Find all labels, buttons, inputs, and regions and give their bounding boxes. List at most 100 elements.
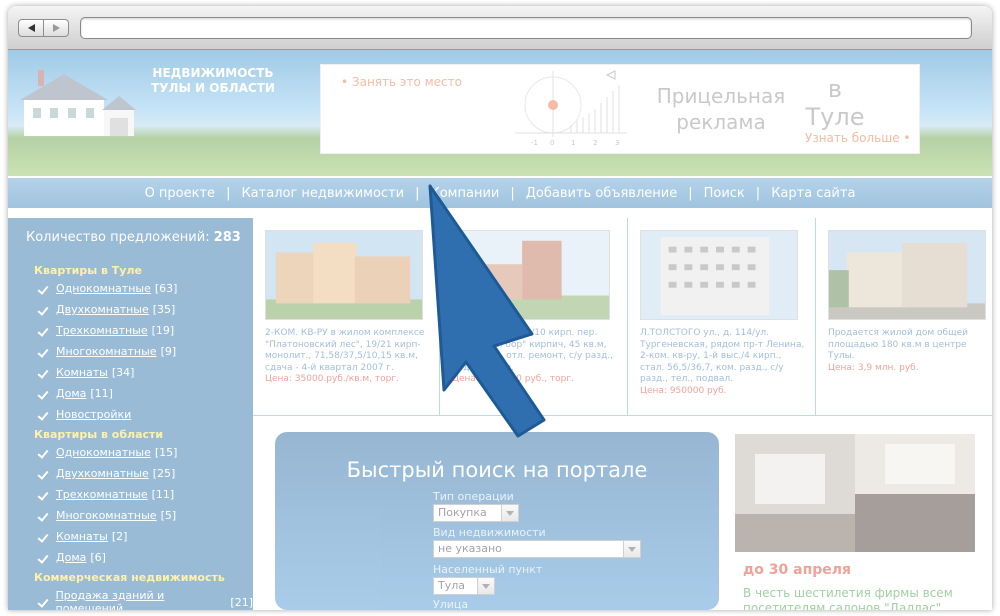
check-icon — [38, 284, 48, 294]
check-icon — [38, 410, 48, 420]
sidebar-item-link[interactable]: Однокомнатные — [56, 282, 151, 295]
site-title[interactable]: НЕДВИЖИМОСТЬ ТУЛЫ И ОБЛАСТИ — [138, 66, 288, 96]
listing-text: Продается жилой дом общей площадью 180 к… — [828, 328, 968, 361]
locality-select[interactable]: Тула — [433, 577, 495, 595]
check-icon — [38, 347, 48, 357]
back-button[interactable] — [18, 19, 44, 37]
ad-chart-tick: 2 — [593, 139, 597, 147]
sidebar-item-count: [11] — [151, 488, 175, 501]
sidebar-item-link[interactable]: Многокомнатные — [56, 345, 157, 358]
sidebar-item[interactable]: Трехкомнатные [11] — [38, 488, 174, 501]
sidebar-item-link[interactable]: Однокомнатные — [56, 446, 151, 459]
address-bar[interactable] — [80, 17, 972, 39]
ad-banner[interactable]: • Занять это место -1 0 1 2 3 Прицельная… — [320, 64, 920, 154]
listings-strip: 2-КОМ. КВ-РУ в жилом комплексе "Платонов… — [253, 218, 992, 416]
sidebar-item[interactable]: Комнаты [34] — [38, 366, 134, 379]
offers-count-label: Количество предложений: — [26, 230, 210, 245]
sidebar-item[interactable]: Дома [6] — [38, 551, 106, 564]
site-header: НЕДВИЖИМОСТЬ ТУЛЫ И ОБЛАСТИ • Занять это… — [8, 50, 992, 176]
category-region[interactable]: Квартиры в области — [34, 428, 163, 441]
sidebar-item-link[interactable]: Трехкомнатные — [56, 488, 148, 501]
browser-window: НЕДВИЖИМОСТЬ ТУЛЫ И ОБЛАСТИ • Занять это… — [8, 6, 992, 610]
sidebar-item-count: [19] — [151, 324, 175, 337]
listing-photo[interactable] — [640, 230, 798, 320]
sidebar-item-count: [5] — [160, 509, 177, 522]
check-icon — [38, 326, 48, 336]
sidebar-item[interactable]: Дома [11] — [38, 387, 113, 400]
select-value: Тула — [438, 579, 466, 592]
pointer-cursor-icon — [428, 184, 546, 438]
sidebar-item[interactable]: Двухкомнатные [35] — [38, 303, 175, 316]
sidebar-item-link[interactable]: Многокомнатные — [56, 509, 157, 522]
listing-card[interactable]: Продается жилой дом общей площадью 180 к… — [816, 218, 992, 416]
sidebar-item-link[interactable]: Дома — [56, 551, 86, 564]
listing-price: Цена: 950000 руб. — [640, 385, 727, 396]
check-icon — [38, 469, 48, 479]
listing-price: Цена: 3,9 млн. руб. — [828, 362, 919, 373]
sidebar-item-link[interactable]: Комнаты — [56, 366, 108, 379]
ad-chart-tick: 0 — [550, 139, 554, 147]
property-type-select[interactable]: не указано — [433, 540, 641, 558]
ad-city: в Туле — [805, 75, 865, 131]
sidebar-item[interactable]: Продажа зданий и помещений [21] — [38, 589, 254, 610]
sidebar-item-link[interactable]: Двухкомнатные — [56, 467, 149, 480]
listing-description: 2-КОМ. КВ-РУ в жилом комплексе "Платонов… — [265, 328, 431, 386]
offers-count-value: 283 — [213, 230, 241, 245]
nav-about[interactable]: О проекте — [134, 186, 227, 201]
nav-sitemap[interactable]: Карта сайта — [760, 186, 866, 201]
sidebar-item-link[interactable]: Двухкомнатные — [56, 303, 149, 316]
chevron-down-icon — [506, 511, 514, 516]
sidebar-item[interactable]: Комнаты [2] — [38, 530, 127, 543]
ad-chart-graphic: -1 0 1 2 3 — [515, 70, 627, 147]
sidebar-item-count: [35] — [152, 303, 176, 316]
sidebar-item-link[interactable]: Новостройки — [56, 408, 131, 421]
check-icon — [38, 368, 48, 378]
listing-card[interactable]: 2-КОМ. КВ-РУ в жилом комплексе "Платонов… — [253, 218, 440, 416]
category-commercial[interactable]: Коммерческая недвижимость — [34, 571, 225, 584]
listing-description: Л.ТОЛСТОГО ул., д. 114/ул. Тургеневская,… — [640, 328, 806, 397]
ad-learn-more-link[interactable]: Узнать больше • — [805, 131, 911, 145]
promo-block[interactable]: до 30 апреля В честь шестилетия фирмы вс… — [735, 432, 979, 610]
nav-catalog[interactable]: Каталог недвижимости — [230, 186, 415, 201]
sidebar-item[interactable]: Однокомнатные [63] — [38, 282, 177, 295]
listing-photo[interactable] — [265, 230, 423, 320]
listing-text: 2-КОМ. КВ-РУ в жилом комплексе "Платонов… — [265, 328, 425, 373]
sidebar-item-link[interactable]: Трехкомнатные — [56, 324, 148, 337]
ad-chart-tick: 3 — [615, 139, 619, 147]
sidebar-item[interactable]: Многокомнатные [5] — [38, 509, 176, 522]
listing-text: Л.ТОЛСТОГО ул., д. 114/ул. Тургеневская,… — [640, 328, 805, 384]
sidebar-item-link[interactable]: Продажа зданий и помещений — [56, 589, 227, 610]
back-arrow-icon — [27, 24, 35, 32]
quick-search-panel: Быстрый поиск на портале Тип операции По… — [275, 432, 719, 610]
sidebar-item-link[interactable]: Дома — [56, 387, 86, 400]
check-icon — [38, 553, 48, 563]
house-logo[interactable] — [18, 68, 138, 142]
sidebar-item-link[interactable]: Комнаты — [56, 530, 108, 543]
listing-card[interactable]: Л.ТОЛСТОГО ул., д. 114/ул. Тургеневская,… — [628, 218, 816, 416]
sidebar-item[interactable]: Новостройки — [38, 408, 131, 421]
ad-occupy-link[interactable]: • Занять это место — [341, 75, 462, 89]
sidebar-item[interactable]: Двухкомнатные [25] — [38, 467, 175, 480]
quick-search-title: Быстрый поиск на портале — [346, 458, 648, 482]
forward-button[interactable] — [43, 19, 69, 37]
listing-description: Продается жилой дом общей площадью 180 к… — [828, 328, 992, 374]
field-label: Тип операции — [433, 490, 514, 503]
ad-chart-tick: -1 — [531, 139, 538, 147]
sidebar-item[interactable]: Трехкомнатные [19] — [38, 324, 174, 337]
sidebar: Количество предложений: 283 Квартиры в Т… — [8, 218, 253, 610]
listing-photo[interactable] — [828, 230, 986, 320]
check-icon — [38, 490, 48, 500]
listing-price: Цена: 35000.руб./кв.м, торг. — [265, 374, 399, 384]
forward-arrow-icon — [52, 24, 60, 32]
promo-photo[interactable] — [735, 434, 975, 552]
promo-date: до 30 апреля — [743, 562, 852, 578]
chevron-down-icon — [628, 547, 636, 552]
operation-type-select[interactable]: Покупка — [433, 504, 519, 522]
sidebar-item-count: [21] — [230, 595, 253, 609]
category-tula[interactable]: Квартиры в Туле — [34, 264, 142, 277]
ad-headline: Прицельная реклама — [656, 84, 786, 134]
sidebar-item-count: [2] — [111, 530, 128, 543]
nav-search[interactable]: Поиск — [693, 186, 756, 201]
sidebar-item[interactable]: Многокомнатные [9] — [38, 345, 176, 358]
sidebar-item[interactable]: Однокомнатные [15] — [38, 446, 177, 459]
